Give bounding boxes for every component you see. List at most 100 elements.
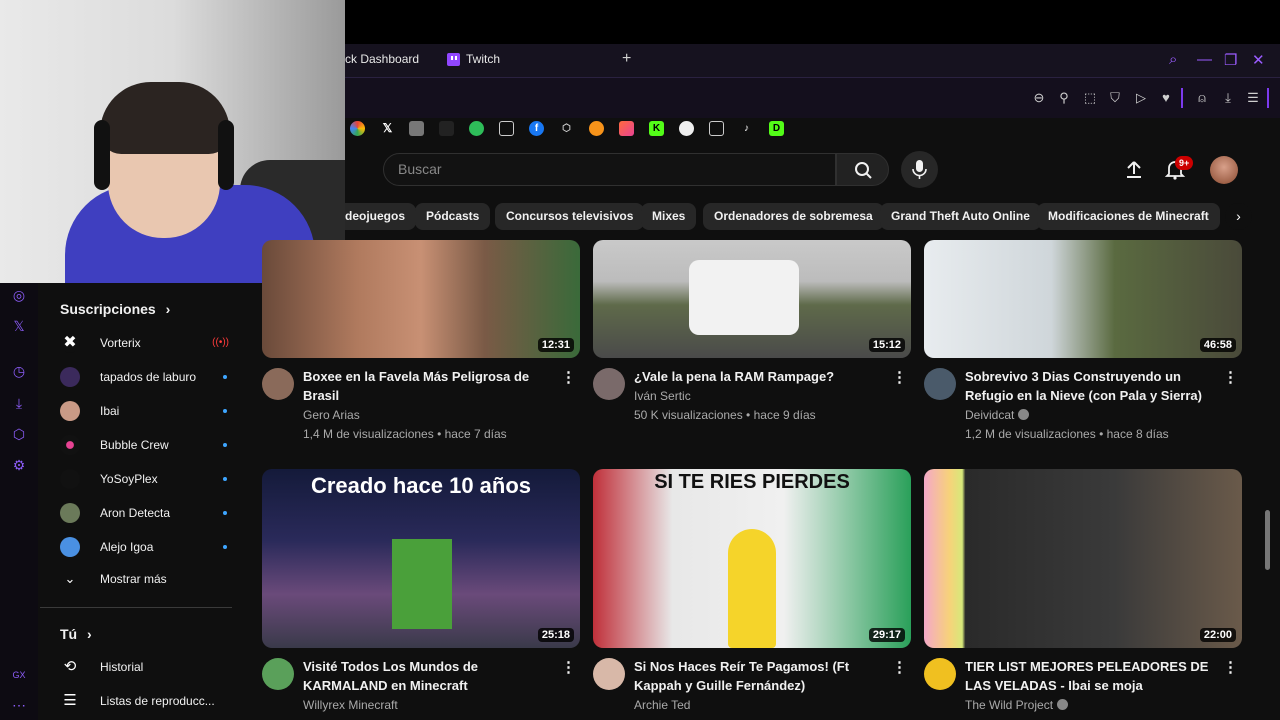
channel-name[interactable]: Gero Arias [303, 408, 360, 422]
account-icon[interactable]: ⍝ [1194, 90, 1210, 106]
video-thumbnail[interactable]: 15:12 [593, 240, 911, 358]
minimize-icon[interactable]: — [1197, 51, 1212, 68]
shield-icon[interactable]: ⛉ [1107, 90, 1123, 106]
maximize-icon[interactable]: ❐ [1224, 51, 1237, 69]
bookmark-kick-icon[interactable]: K [649, 121, 664, 136]
voice-search-button[interactable] [901, 151, 938, 188]
chip-ordenadores[interactable]: Ordenadores de sobremesa [703, 203, 884, 230]
more-vert-icon[interactable]: ⋮ [1223, 368, 1238, 386]
bookmark-browser-icon[interactable] [350, 121, 365, 136]
scrollbar-thumb[interactable] [1265, 510, 1270, 570]
channel-name[interactable]: Archie Ted [634, 698, 690, 712]
menu-icon[interactable]: ☰ [1245, 90, 1261, 106]
avatar[interactable] [924, 658, 956, 690]
bookmark-facebook-icon[interactable]: f [529, 121, 544, 136]
video-thumbnail[interactable]: Creado hace 10 años 25:18 [262, 469, 580, 648]
channel-name[interactable]: Willyrex Minecraft [303, 698, 398, 712]
avatar[interactable] [593, 658, 625, 690]
bookmark-image-icon[interactable] [409, 121, 424, 136]
search-button[interactable] [836, 153, 889, 186]
extensions-icon[interactable]: ⬡ [11, 426, 27, 442]
bookmark-tiktok-icon[interactable]: ♪ [739, 121, 754, 136]
pin-icon[interactable]: ⚲ [1056, 90, 1072, 106]
more-vert-icon[interactable]: ⋮ [561, 368, 576, 386]
settings-icon[interactable]: ⚙ [11, 457, 27, 473]
chip-podcasts[interactable]: Pódcasts [415, 203, 491, 230]
video-card[interactable]: 46:58 Sobrevivo 3 Dias Construyendo un R… [924, 240, 1242, 450]
more-vert-icon[interactable]: ⋮ [892, 658, 907, 676]
heart-icon[interactable]: ♥ [1158, 90, 1174, 106]
bookmark-game-icon[interactable] [679, 121, 694, 136]
video-title[interactable]: Boxee en la Favela Más Peligrosa de Bras… [303, 367, 558, 405]
chip-minecraft-mods[interactable]: Modificaciones de Minecraft [1037, 203, 1220, 230]
download-icon[interactable]: ⤓ [11, 395, 27, 411]
sidebar-item-vorterix[interactable]: ✖ Vorterix ((•)) [60, 326, 235, 360]
send-icon[interactable]: ▷ [1133, 90, 1149, 106]
history-icon[interactable]: ◷ [11, 363, 27, 379]
you-heading[interactable]: Tú › [60, 626, 92, 642]
video-title[interactable]: Visité Todos Los Mundos de KARMALAND en … [303, 657, 558, 695]
bookmark-orange-icon[interactable] [589, 121, 604, 136]
chip-gta-online[interactable]: Grand Theft Auto Online [880, 203, 1041, 230]
avatar[interactable] [924, 368, 956, 400]
search-input[interactable]: Buscar [383, 153, 836, 186]
more-vert-icon[interactable]: ⋮ [1223, 658, 1238, 676]
avatar[interactable] [593, 368, 625, 400]
channel-name[interactable]: Deividcat [965, 408, 1030, 422]
video-card[interactable]: 15:12 ¿Vale la pena la RAM Rampage? ⋮ Iv… [593, 240, 911, 450]
upload-icon[interactable] [1124, 159, 1144, 179]
close-icon[interactable]: ✕ [1252, 51, 1265, 69]
bookmark-dark-icon[interactable] [439, 121, 454, 136]
video-title[interactable]: ¿Vale la pena la RAM Rampage? [634, 367, 889, 386]
video-thumbnail[interactable]: 12:31 [262, 240, 580, 358]
sidebar-item-alejo-igoa[interactable]: Alejo Igoa [60, 530, 235, 564]
sidebar-item-ibai[interactable]: Ibai [60, 394, 235, 428]
video-card[interactable]: 12:31 Boxee en la Favela Más Peligrosa d… [262, 240, 580, 450]
bookmark-green-icon[interactable] [469, 121, 484, 136]
bookmark-d-icon[interactable]: D [769, 121, 784, 136]
sidebar-item-history[interactable]: ⟲ Historial [60, 650, 235, 684]
video-title[interactable]: Sobrevivo 3 Dias Construyendo un Refugio… [965, 367, 1220, 405]
bookmark-document-icon[interactable] [709, 121, 724, 136]
instagram-icon[interactable]: ◎ [11, 287, 27, 303]
sidebar-item-playlists[interactable]: ☰ Listas de reproducc... [60, 684, 235, 718]
more-vert-icon[interactable]: ⋮ [561, 658, 576, 676]
tab-dashboard[interactable]: ck Dashboard [345, 52, 419, 66]
sidebar-item-yosoyplex[interactable]: YoSoyPlex [60, 462, 235, 496]
chip-mixes[interactable]: Mixes [641, 203, 697, 230]
tab-twitch[interactable]: Twitch [447, 52, 500, 66]
sidebar-item-tapados[interactable]: tapados de laburo [60, 360, 235, 394]
sidebar-item-aron-detecta[interactable]: Aron Detecta [60, 496, 235, 530]
subscriptions-heading[interactable]: Suscripciones › [60, 301, 170, 317]
video-card[interactable]: SI TE RIES PIERDES 29:17 Si Nos Haces Re… [593, 469, 911, 720]
search-icon[interactable]: ⌕ [1169, 51, 1177, 68]
avatar[interactable] [1210, 156, 1238, 184]
bookmark-cube-icon[interactable]: ⬡ [559, 121, 574, 136]
more-vert-icon[interactable]: ⋮ [892, 368, 907, 386]
channel-name[interactable]: The Wild Project [965, 698, 1069, 712]
screenshot-icon[interactable]: ⬚ [1082, 90, 1098, 106]
sidebar-item-bubble-crew[interactable]: Bubble Crew [60, 428, 235, 462]
download-icon[interactable]: ⤓ [1220, 90, 1236, 106]
chevron-right-icon[interactable]: › [1225, 203, 1252, 230]
video-card[interactable]: Creado hace 10 años 25:18 Visité Todos L… [262, 469, 580, 720]
avatar[interactable] [262, 368, 294, 400]
gx-icon[interactable]: GX [11, 667, 27, 683]
channel-name[interactable]: Iván Sertic [634, 389, 691, 403]
bookmark-document-icon[interactable] [499, 121, 514, 136]
zoom-out-icon[interactable]: ⊖ [1031, 90, 1047, 106]
show-more-button[interactable]: ⌄ Mostrar más [60, 562, 235, 596]
video-thumbnail[interactable]: SI TE RIES PIERDES 29:17 [593, 469, 911, 648]
bookmark-x-icon[interactable]: 𝕏 [380, 121, 395, 136]
bookmark-gallery-icon[interactable] [619, 121, 634, 136]
video-thumbnail[interactable]: 46:58 [924, 240, 1242, 358]
new-tab-button[interactable]: + [622, 50, 631, 68]
chip-concursos[interactable]: Concursos televisivos [495, 203, 645, 230]
video-title[interactable]: Si Nos Haces Reír Te Pagamos! (Ft Kappah… [634, 657, 889, 695]
avatar[interactable] [262, 658, 294, 690]
video-title[interactable]: TIER LIST MEJORES PELEADORES DE LAS VELA… [965, 657, 1220, 695]
x-icon[interactable]: 𝕏 [11, 318, 27, 334]
more-icon[interactable]: ⋯ [11, 697, 27, 713]
video-card[interactable]: 22:00 TIER LIST MEJORES PELEADORES DE LA… [924, 469, 1242, 720]
chip-videojuegos[interactable]: deojuegos [345, 203, 417, 230]
